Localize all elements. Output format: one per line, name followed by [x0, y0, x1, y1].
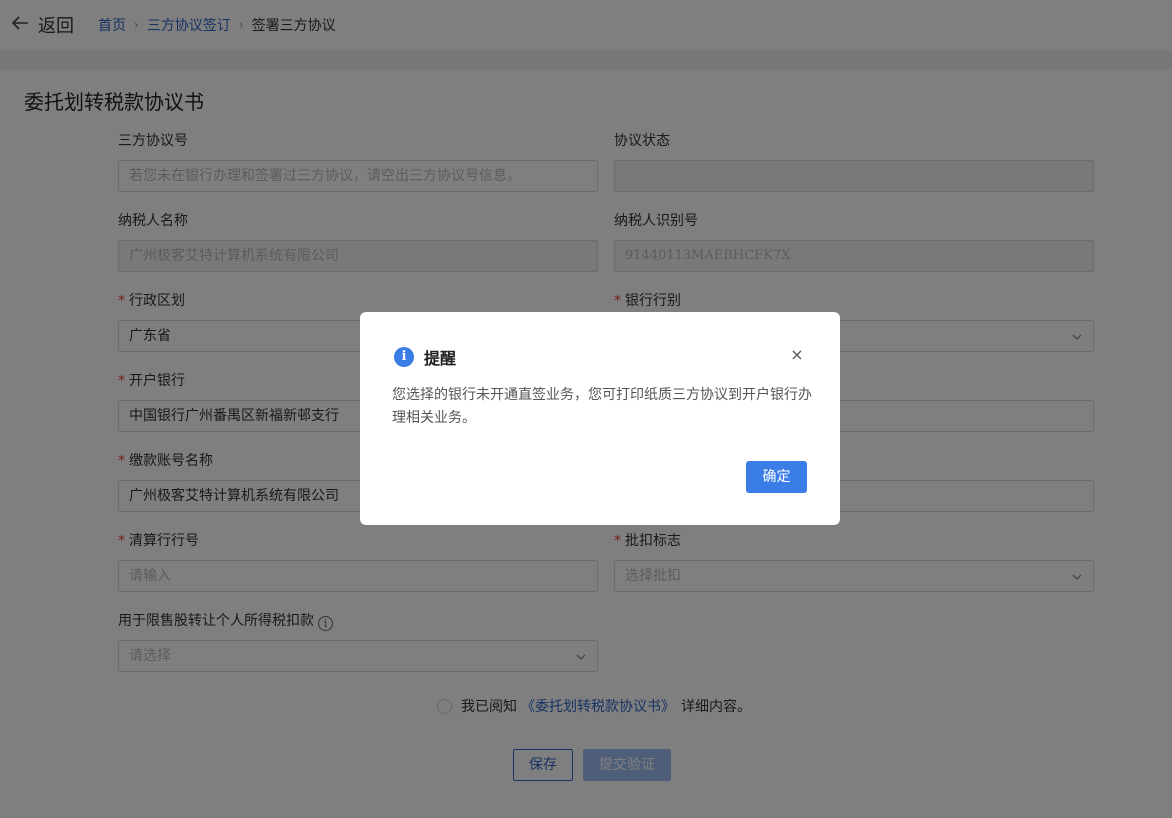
- info-icon: i: [394, 347, 414, 367]
- confirm-button[interactable]: 确定: [746, 461, 807, 493]
- close-icon[interactable]: ×: [788, 346, 806, 364]
- alert-dialog: i 提醒 × 您选择的银行未开通直签业务，您可打印纸质三方协议到开户银行办理相关…: [360, 312, 840, 525]
- dialog-title: 提醒: [424, 349, 457, 368]
- dialog-message: 您选择的银行未开通直签业务，您可打印纸质三方协议到开户银行办理相关业务。: [392, 387, 812, 426]
